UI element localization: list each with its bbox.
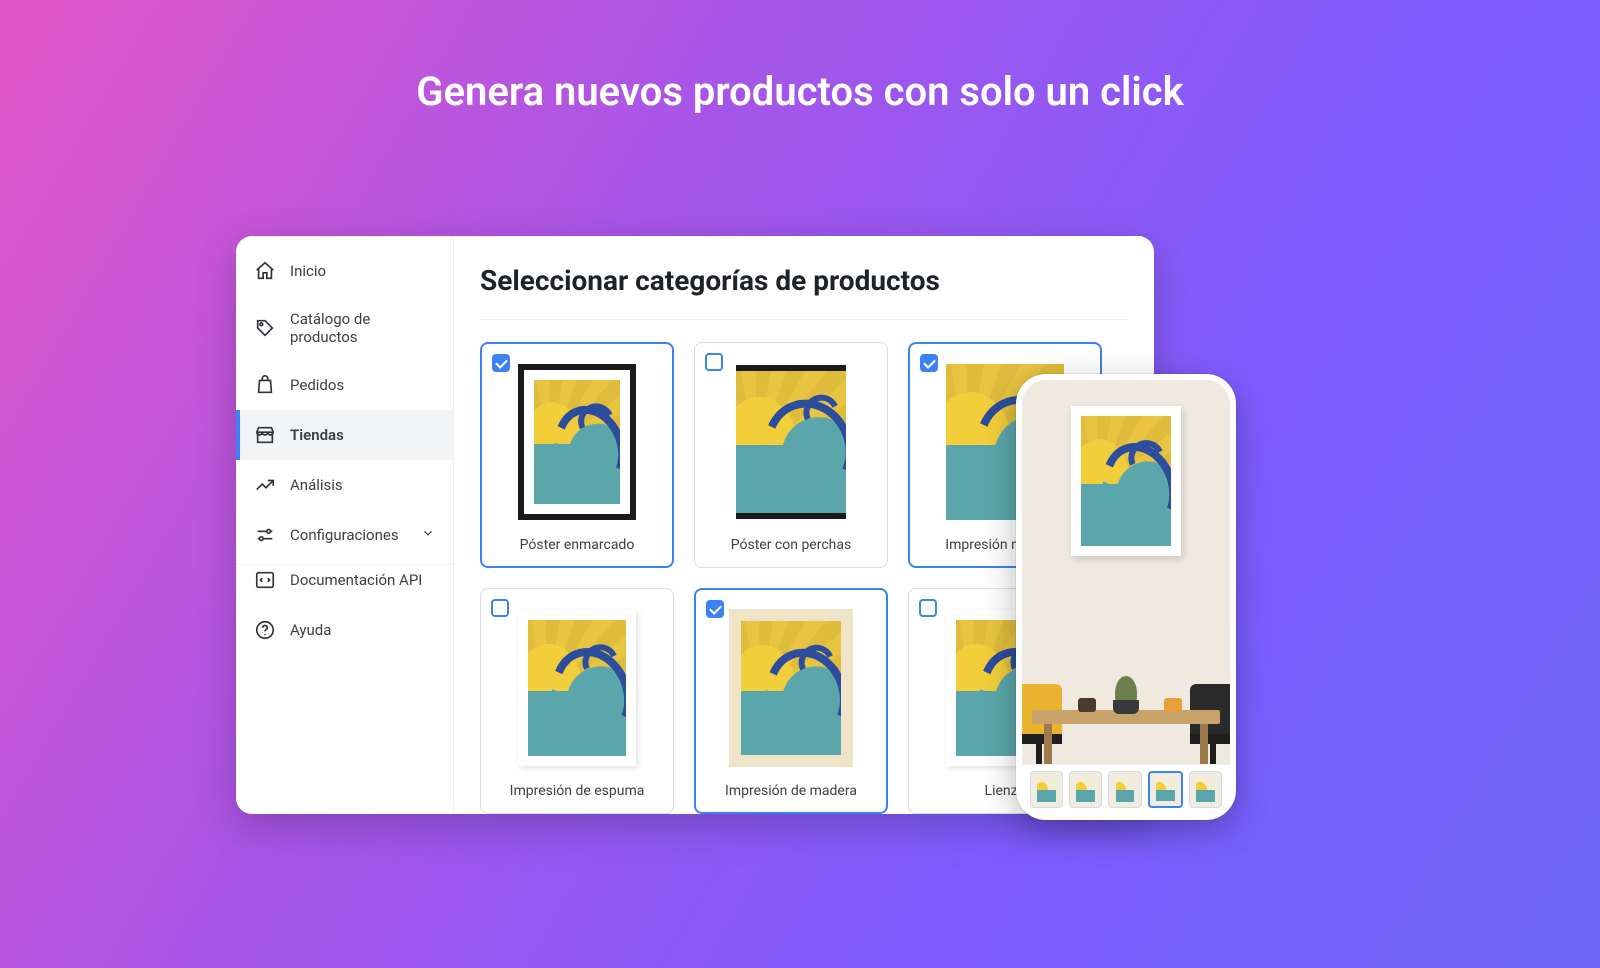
home-icon bbox=[254, 260, 276, 282]
sidebar-item-label: Configuraciones bbox=[290, 526, 399, 544]
sidebar-item-configuraciones[interactable]: Configuraciones bbox=[236, 510, 453, 560]
thumbnail[interactable] bbox=[1108, 771, 1141, 808]
category-label: Impresión de madera bbox=[705, 783, 877, 799]
sidebar-item-label: Tiendas bbox=[290, 426, 344, 444]
sidebar-item-inicio[interactable]: Inicio bbox=[236, 246, 453, 296]
sidebar-item-api[interactable]: Documentación API bbox=[236, 564, 453, 605]
code-icon bbox=[254, 569, 276, 591]
checkbox[interactable] bbox=[919, 599, 937, 617]
thumbnail[interactable] bbox=[1069, 771, 1102, 808]
thumbnail[interactable] bbox=[1030, 771, 1063, 808]
product-preview bbox=[507, 603, 647, 773]
checkbox[interactable] bbox=[920, 354, 938, 372]
sidebar: Inicio Catálogo de productos Pedidos Tie… bbox=[236, 236, 454, 814]
page-title: Seleccionar categorías de productos bbox=[480, 264, 1128, 320]
sidebar-item-label: Inicio bbox=[290, 262, 326, 280]
bag-icon bbox=[254, 374, 276, 396]
sliders-icon bbox=[254, 524, 276, 546]
sidebar-item-pedidos[interactable]: Pedidos bbox=[236, 360, 453, 410]
category-card-impresion-madera[interactable]: Impresión de madera bbox=[694, 588, 888, 814]
tag-icon bbox=[254, 317, 276, 339]
category-label: Póster con perchas bbox=[705, 537, 877, 553]
sidebar-item-label: Ayuda bbox=[290, 621, 331, 639]
sidebar-item-label: Análisis bbox=[290, 476, 343, 494]
checkbox[interactable] bbox=[491, 599, 509, 617]
sidebar-item-catalogo[interactable]: Catálogo de productos bbox=[236, 296, 453, 360]
product-preview bbox=[721, 357, 861, 527]
help-icon bbox=[254, 619, 276, 641]
phone-mockup bbox=[1016, 374, 1236, 820]
category-card-impresion-espuma[interactable]: Impresión de espuma bbox=[480, 588, 674, 814]
category-label: Póster enmarcado bbox=[491, 537, 663, 553]
sidebar-item-analisis[interactable]: Análisis bbox=[236, 460, 453, 510]
product-preview bbox=[721, 603, 861, 773]
sidebar-item-label: Catálogo de productos bbox=[290, 310, 435, 346]
checkbox[interactable] bbox=[705, 353, 723, 371]
sidebar-item-tiendas[interactable]: Tiendas bbox=[236, 410, 453, 460]
sidebar-item-label: Pedidos bbox=[290, 376, 344, 394]
phone-thumbnails bbox=[1022, 764, 1230, 814]
phone-preview bbox=[1022, 380, 1230, 764]
thumbnail[interactable] bbox=[1189, 771, 1222, 808]
store-icon bbox=[254, 424, 276, 446]
thumbnail[interactable] bbox=[1148, 771, 1183, 808]
wall-art bbox=[1071, 406, 1181, 556]
product-preview bbox=[507, 357, 647, 527]
chart-icon bbox=[254, 474, 276, 496]
sidebar-item-ayuda[interactable]: Ayuda bbox=[236, 605, 453, 655]
sidebar-item-label: Documentación API bbox=[290, 571, 422, 589]
category-label: Impresión de espuma bbox=[491, 783, 663, 799]
hero-title: Genera nuevos productos con solo un clic… bbox=[0, 68, 1600, 115]
checkbox[interactable] bbox=[492, 354, 510, 372]
checkbox[interactable] bbox=[706, 600, 724, 618]
category-card-poster-perchas[interactable]: Póster con perchas bbox=[694, 342, 888, 568]
chevron-down-icon bbox=[421, 526, 435, 544]
category-card-poster-enmarcado[interactable]: Póster enmarcado bbox=[480, 342, 674, 568]
